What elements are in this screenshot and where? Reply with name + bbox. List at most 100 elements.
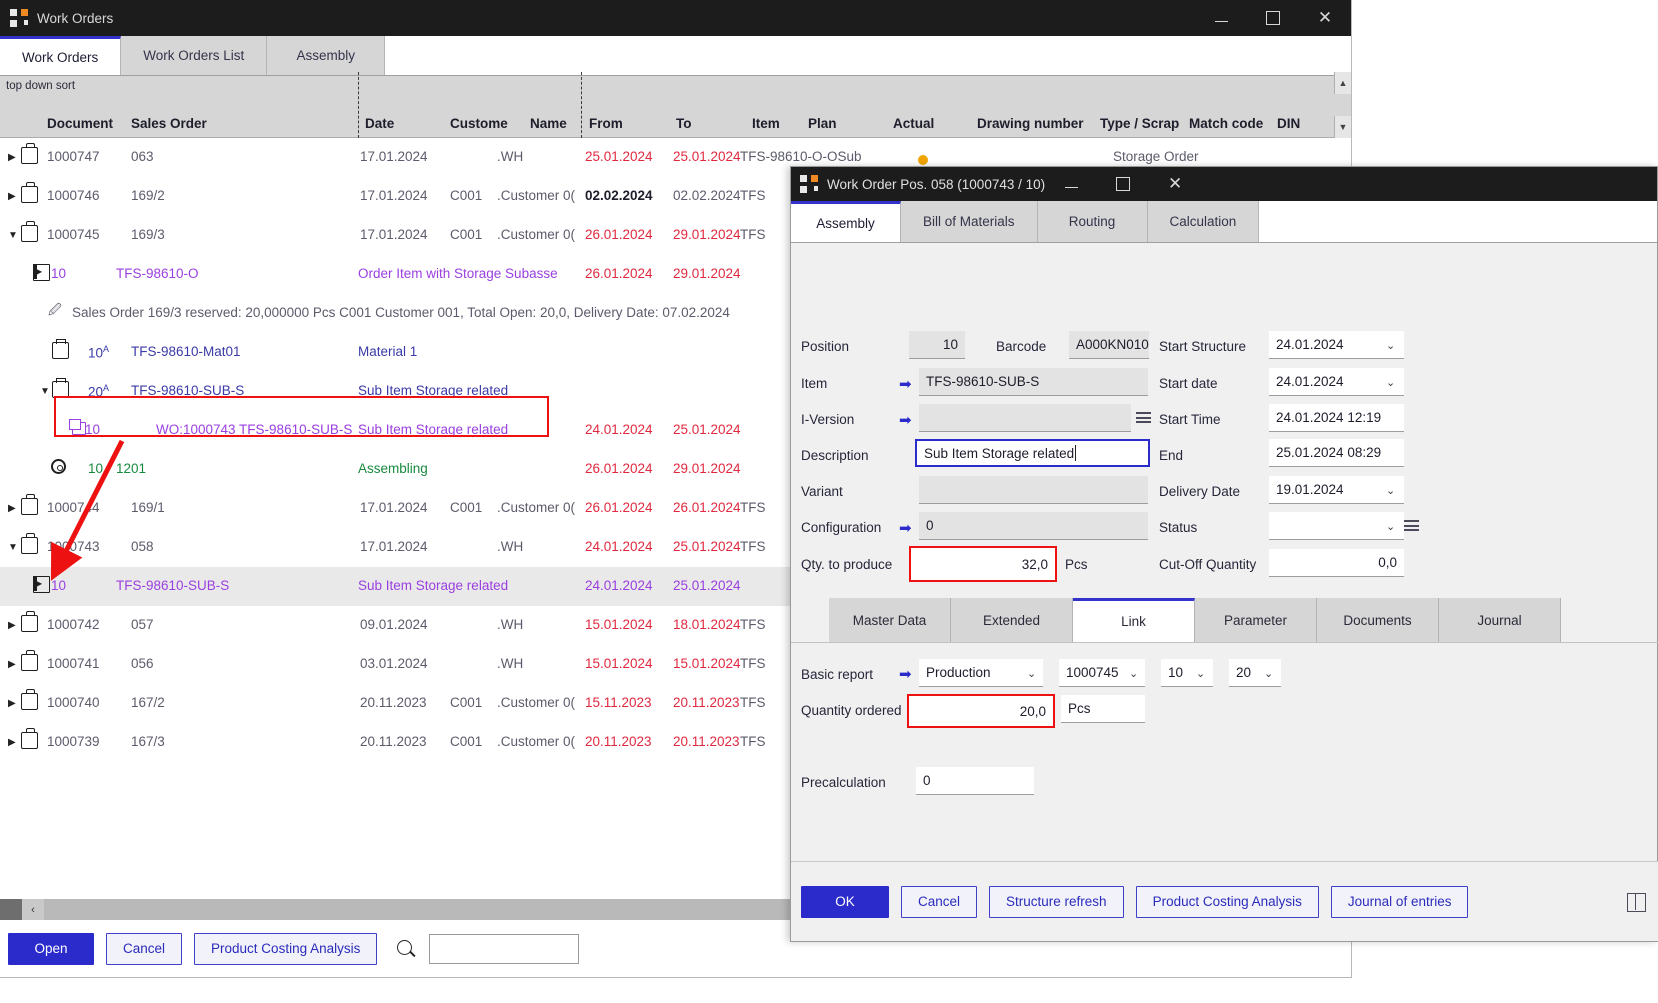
- cell-from: 02.02.2024: [585, 188, 653, 203]
- cell-description: Order Item with Storage Subasse: [358, 266, 558, 281]
- expander-expanded-icon[interactable]: ▼: [8, 230, 18, 241]
- item-jump-arrow-icon[interactable]: [899, 377, 912, 392]
- maximize-icon[interactable]: [1247, 0, 1299, 36]
- expander-collapsed-icon[interactable]: ▶: [8, 737, 16, 748]
- col-customer[interactable]: Custome: [450, 116, 508, 131]
- col-sales-order[interactable]: Sales Order: [131, 116, 207, 131]
- dialog-close-icon[interactable]: ✕: [1149, 166, 1201, 202]
- inner-tab-journal[interactable]: Journal: [1439, 598, 1561, 642]
- delivery-date-field[interactable]: 19.01.2024: [1269, 476, 1404, 504]
- configuration-jump-arrow-icon[interactable]: [899, 521, 912, 536]
- expander-expanded-icon[interactable]: ▼: [8, 542, 18, 553]
- dialog-maximize-icon[interactable]: [1097, 166, 1149, 202]
- col-name[interactable]: Name: [530, 116, 567, 131]
- status-field[interactable]: [1269, 512, 1404, 540]
- expander-collapsed-icon[interactable]: ▶: [8, 191, 16, 202]
- scrollbar-thumb[interactable]: [0, 899, 22, 921]
- col-actual[interactable]: Actual: [893, 116, 934, 131]
- basic-report-jump-arrow-icon[interactable]: [899, 667, 912, 682]
- col-document[interactable]: Document: [47, 116, 113, 131]
- dialog-tab-routing[interactable]: Routing: [1038, 201, 1148, 242]
- dialog-tab-bill-of-materials[interactable]: Bill of Materials: [901, 201, 1038, 242]
- expander-collapsed-icon[interactable]: ▶: [8, 698, 16, 709]
- item-field[interactable]: TFS-98610-SUB-S: [919, 368, 1148, 396]
- description-field[interactable]: Sub Item Storage related: [915, 439, 1150, 467]
- search-input[interactable]: [429, 934, 579, 964]
- iversion-list-icon[interactable]: [1136, 412, 1151, 424]
- cell-from: 24.01.2024: [585, 578, 653, 593]
- tab-work-orders-list[interactable]: Work Orders List: [121, 36, 267, 75]
- col-date[interactable]: Date: [365, 116, 394, 131]
- variant-field[interactable]: [919, 476, 1148, 504]
- expander-collapsed-icon[interactable]: ▶: [8, 503, 16, 514]
- configuration-field[interactable]: 0: [919, 512, 1148, 540]
- inner-tab-master-data[interactable]: Master Data: [829, 598, 951, 642]
- dialog-cancel-button[interactable]: Cancel: [901, 886, 977, 918]
- col-plan[interactable]: Plan: [808, 116, 837, 131]
- column-divider-date[interactable]: [358, 72, 359, 138]
- col-item[interactable]: Item: [752, 116, 780, 131]
- quantity-ordered-unit-field[interactable]: Pcs: [1061, 695, 1145, 723]
- inner-tab-extended[interactable]: Extended: [951, 598, 1073, 642]
- col-type-scrap[interactable]: Type / Scrap: [1100, 116, 1179, 131]
- delivery-date-chevron-down-icon[interactable]: ⌄: [1386, 484, 1395, 497]
- expander-expanded-icon[interactable]: ▼: [40, 386, 50, 397]
- inner-tab-link[interactable]: Link: [1073, 598, 1195, 642]
- expander-collapsed-icon[interactable]: ▶: [8, 659, 16, 670]
- barcode-field[interactable]: A000KN010: [1069, 331, 1149, 359]
- ok-button[interactable]: OK: [801, 886, 889, 918]
- start-structure-chevron-down-icon[interactable]: ⌄: [1386, 339, 1395, 352]
- inner-tab-documents[interactable]: Documents: [1317, 598, 1439, 642]
- col-to[interactable]: To: [676, 116, 692, 131]
- basic-report-chevron-down-icon[interactable]: ⌄: [1027, 667, 1036, 680]
- basic-report-select[interactable]: Production: [919, 659, 1043, 687]
- header-scroll-down-icon[interactable]: ▼: [1334, 116, 1351, 138]
- col-drawing[interactable]: Drawing number: [977, 116, 1084, 131]
- header-scroll-up-icon[interactable]: ▲: [1334, 72, 1351, 94]
- col-din[interactable]: DIN: [1277, 116, 1300, 131]
- link-sub-position-chevron-down-icon[interactable]: ⌄: [1264, 667, 1273, 680]
- expander-collapsed-icon[interactable]: ▶: [8, 620, 16, 631]
- cell-to: 25.01.2024: [673, 578, 741, 593]
- start-structure-field[interactable]: 24.01.2024: [1269, 331, 1404, 359]
- cell-name: .Customer 0(: [497, 734, 575, 749]
- dialog-product-costing-analysis-button[interactable]: Product Costing Analysis: [1136, 886, 1319, 918]
- cutoff-quantity-field[interactable]: 0,0: [1269, 549, 1404, 577]
- delivery-date-label: Delivery Date: [1159, 484, 1240, 499]
- link-position-chevron-down-icon[interactable]: ⌄: [1196, 667, 1205, 680]
- link-document-chevron-down-icon[interactable]: ⌄: [1129, 667, 1138, 680]
- dialog-tab-assembly[interactable]: Assembly: [791, 201, 901, 242]
- dialog-minimize-icon[interactable]: [1045, 166, 1097, 202]
- grid-layout-icon[interactable]: [1625, 891, 1647, 913]
- iversion-jump-arrow-icon[interactable]: [899, 413, 912, 428]
- end-field[interactable]: 25.01.2024 08:29: [1269, 439, 1404, 467]
- inner-tab-parameter[interactable]: Parameter: [1195, 598, 1317, 642]
- search-icon[interactable]: [395, 938, 417, 960]
- open-button[interactable]: Open: [8, 933, 94, 965]
- col-match-code[interactable]: Match code: [1189, 116, 1263, 131]
- tab-work-orders[interactable]: Work Orders: [0, 36, 121, 75]
- status-list-icon[interactable]: [1404, 520, 1419, 532]
- quantity-ordered-field[interactable]: 20,0: [907, 694, 1055, 728]
- scroll-left-icon[interactable]: ‹: [22, 899, 44, 921]
- product-costing-analysis-button[interactable]: Product Costing Analysis: [194, 933, 377, 965]
- dialog-tab-calculation[interactable]: Calculation: [1148, 201, 1260, 242]
- tab-assembly[interactable]: Assembly: [267, 36, 385, 75]
- start-date-chevron-down-icon[interactable]: ⌄: [1386, 376, 1395, 389]
- cell-item: TFS: [740, 695, 766, 710]
- structure-refresh-button[interactable]: Structure refresh: [989, 886, 1124, 918]
- iversion-field[interactable]: [919, 404, 1131, 432]
- minimize-icon[interactable]: [1195, 0, 1247, 36]
- column-divider-from[interactable]: [581, 72, 582, 138]
- expander-collapsed-icon[interactable]: ▶: [8, 152, 16, 163]
- precalculation-field[interactable]: 0: [916, 767, 1034, 795]
- close-icon[interactable]: ✕: [1299, 0, 1351, 36]
- col-from[interactable]: From: [589, 116, 623, 131]
- start-date-field[interactable]: 24.01.2024: [1269, 368, 1404, 396]
- start-time-field[interactable]: 24.01.2024 12:19: [1269, 404, 1404, 432]
- status-chevron-down-icon[interactable]: ⌄: [1386, 520, 1395, 533]
- cancel-button[interactable]: Cancel: [106, 933, 182, 965]
- qty-to-produce-field[interactable]: 32,0: [909, 546, 1057, 582]
- position-field[interactable]: 10: [909, 331, 965, 359]
- journal-of-entries-button[interactable]: Journal of entries: [1331, 886, 1469, 918]
